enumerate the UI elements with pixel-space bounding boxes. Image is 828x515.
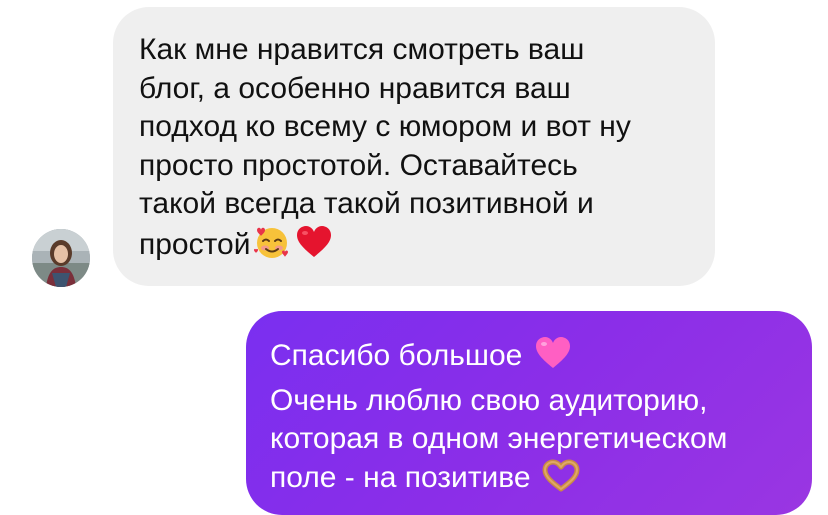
- outgoing-message-bubble[interactable]: Спасибо большое Очень люблю свою аудитор…: [246, 311, 812, 515]
- message-line: Как мне нравится смотреть ваш: [139, 33, 585, 66]
- smiling-face-with-hearts-icon: [252, 224, 292, 271]
- message-line: Очень люблю свою аудиторию,: [270, 383, 708, 417]
- message-line: такой всегда такой позитивной и: [139, 187, 594, 220]
- message-line: Спасибо большое: [270, 339, 523, 372]
- message-line: которая в одном энергетическом: [270, 422, 728, 455]
- message-line: поле - на позитиве: [270, 460, 531, 494]
- message-line: блог, а особенно нравится ваш: [139, 71, 571, 105]
- message-line-last: простой: [139, 224, 685, 271]
- heart-hands-icon: [541, 459, 581, 504]
- message-line: подход ко всему с юмором и вот ну: [139, 110, 631, 143]
- message-line-first: Спасибо большое: [270, 335, 792, 382]
- message-line: просто простотой. Оставайтесь: [139, 148, 578, 182]
- incoming-message-text: Как мне нравится смотреть ваш блог, а ос…: [139, 31, 685, 270]
- message-line-last: поле - на позитиве: [270, 459, 792, 504]
- outgoing-message-text: Спасибо большое Очень люблю свою аудитор…: [270, 335, 792, 503]
- message-line: простой: [139, 227, 251, 261]
- incoming-message-bubble[interactable]: Как мне нравится смотреть ваш блог, а ос…: [113, 7, 715, 286]
- sender-avatar[interactable]: [32, 229, 90, 287]
- pink-heart-icon: [533, 335, 573, 382]
- chat-thread: Как мне нравится смотреть ваш блог, а ос…: [0, 0, 828, 515]
- avatar-photo-icon: [32, 229, 90, 287]
- red-heart-icon: [294, 224, 334, 271]
